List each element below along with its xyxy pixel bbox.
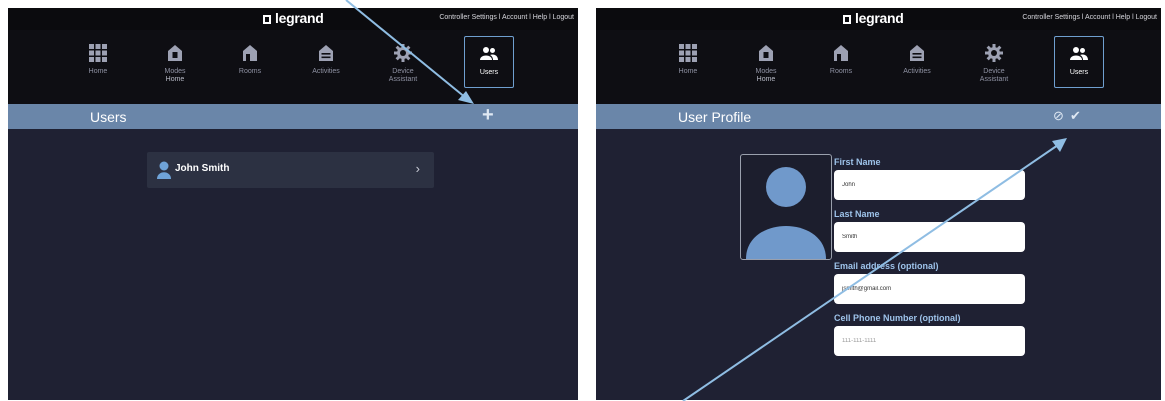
chevron-right-icon: › (415, 161, 420, 176)
modes-house-icon (168, 45, 182, 61)
save-button[interactable]: ✔ (1070, 108, 1081, 124)
cancel-button[interactable]: ⊘ (1053, 108, 1064, 124)
activities-house-icon (319, 45, 333, 61)
nav-activities-label: Activities (903, 68, 931, 75)
first-name-label: First Name (834, 157, 881, 167)
nav-device-assistant[interactable]: Device Assistant (378, 36, 428, 88)
nav-rooms[interactable]: Rooms (225, 36, 275, 88)
top-links: Controller Settings l Account l Help l L… (439, 14, 574, 21)
nav-activities-label: Activities (312, 68, 340, 75)
nav-users[interactable]: Users (464, 36, 514, 88)
grid-icon (679, 44, 697, 62)
phone-label: Cell Phone Number (optional) (834, 313, 961, 323)
account-link[interactable]: Account (1085, 14, 1110, 21)
avatar[interactable] (740, 154, 832, 260)
nav-activities[interactable]: Activities (892, 36, 942, 88)
nav-activities[interactable]: Activities (301, 36, 351, 88)
nav-users[interactable]: Users (1054, 36, 1104, 88)
activities-house-icon (910, 45, 924, 61)
top-links: Controller Settings l Account l Help l L… (1022, 14, 1157, 21)
main-nav: Home Modes Home Rooms Activities Device … (8, 30, 578, 104)
main-nav: Home Modes Home Rooms Activities Device … (596, 30, 1161, 104)
controller-settings-link[interactable]: Controller Settings (1022, 14, 1080, 21)
top-bar: legrand Controller Settings l Account l … (596, 8, 1161, 30)
users-screen: legrand Controller Settings l Account l … (8, 8, 578, 400)
grid-icon (89, 44, 107, 62)
last-name-label: Last Name (834, 209, 880, 219)
nav-modes-sublabel: Home (165, 76, 185, 83)
logout-link[interactable]: Logout (1136, 14, 1157, 21)
nav-modes-sublabel: Home (756, 76, 776, 83)
nav-rooms-label: Rooms (829, 68, 853, 75)
page-title: Users (90, 109, 127, 125)
nav-modes-label: Modes (755, 68, 777, 75)
add-user-button[interactable]: + (482, 104, 494, 127)
nav-modes-label: Modes (164, 68, 186, 75)
user-profile-screen: legrand Controller Settings l Account l … (596, 8, 1161, 400)
top-bar: legrand Controller Settings l Account l … (8, 8, 578, 30)
nav-home[interactable]: Home (663, 36, 713, 88)
logout-link[interactable]: Logout (553, 14, 574, 21)
nav-rooms[interactable]: Rooms (816, 36, 866, 88)
modes-house-icon (759, 45, 773, 61)
users-icon (1070, 47, 1088, 60)
legrand-logo: legrand (263, 10, 324, 26)
nav-home-label: Home (678, 68, 698, 75)
rooms-house-icon (243, 45, 257, 61)
controller-settings-link[interactable]: Controller Settings (439, 14, 497, 21)
account-link[interactable]: Account (502, 14, 527, 21)
nav-device-assistant-label: Device Assistant (388, 68, 418, 83)
page-title-bar: User Profile ⊘ ✔ (596, 104, 1161, 129)
user-icon (157, 161, 171, 179)
user-name: John Smith (175, 163, 230, 174)
nav-device-assistant-label: Device Assistant (979, 68, 1009, 83)
nav-device-assistant[interactable]: Device Assistant (969, 36, 1019, 88)
last-name-field[interactable] (834, 222, 1025, 252)
phone-field[interactable] (834, 326, 1025, 356)
users-icon (480, 47, 498, 60)
email-label: Email address (optional) (834, 261, 939, 271)
nav-home[interactable]: Home (73, 36, 123, 88)
page-title-bar: Users + (8, 104, 578, 129)
nav-modes[interactable]: Modes Home (741, 36, 791, 88)
help-link[interactable]: Help (1116, 14, 1130, 21)
gear-icon (394, 44, 412, 62)
rooms-house-icon (834, 45, 848, 61)
user-silhouette-icon (746, 167, 826, 259)
nav-home-label: Home (88, 68, 108, 75)
gear-icon (985, 44, 1003, 62)
nav-users-label: Users (479, 69, 499, 76)
help-link[interactable]: Help (533, 14, 547, 21)
nav-users-label: Users (1069, 69, 1089, 76)
email-field[interactable] (834, 274, 1025, 304)
first-name-field[interactable] (834, 170, 1025, 200)
legrand-logo: legrand (843, 10, 904, 26)
user-list-item[interactable]: John Smith › (147, 152, 434, 188)
nav-modes[interactable]: Modes Home (150, 36, 200, 88)
nav-rooms-label: Rooms (238, 68, 262, 75)
page-title: User Profile (678, 109, 752, 125)
